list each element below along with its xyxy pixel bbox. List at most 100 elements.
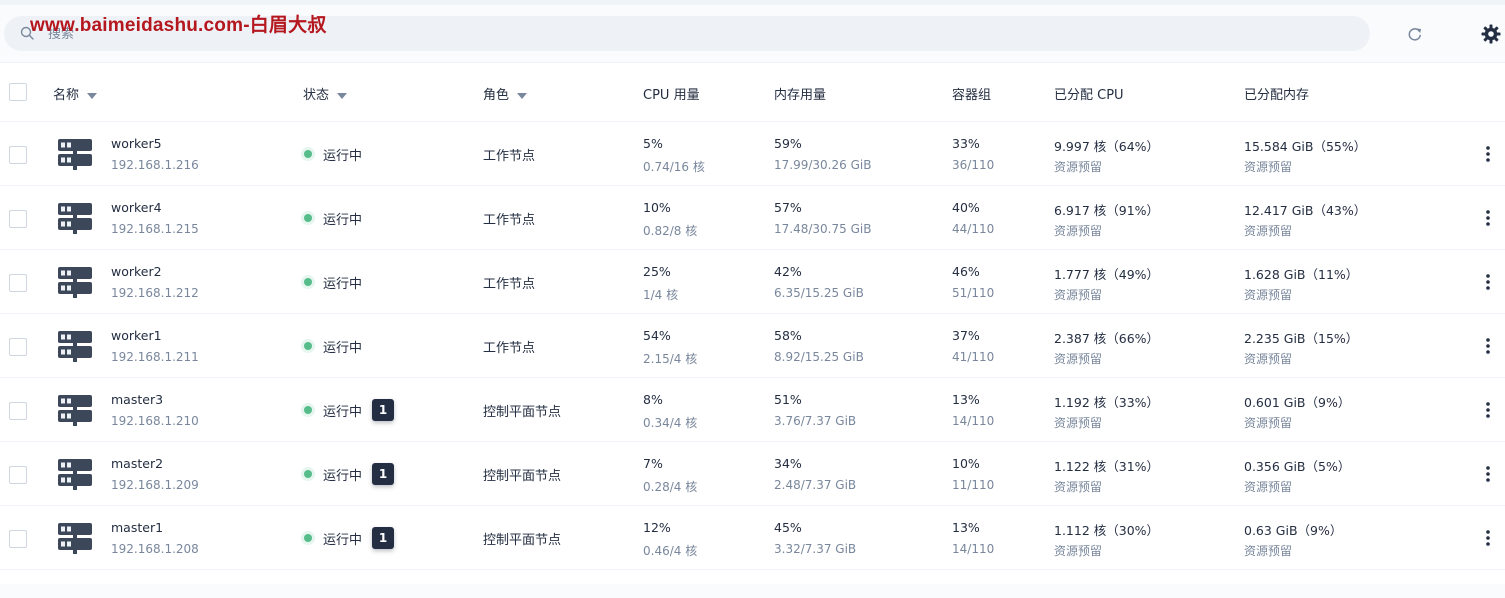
node-role: 工作节点 xyxy=(483,213,536,228)
cpu-usage-detail: 0.74/16 核 xyxy=(643,160,705,174)
allocated-cpu: 1.112 核（30%） xyxy=(1054,523,1160,538)
cpu-usage-percent: 12% xyxy=(643,520,671,535)
memory-usage-percent: 58% xyxy=(774,328,802,343)
row-checkbox[interactable] xyxy=(9,466,27,484)
taint-count-badge[interactable]: 1 xyxy=(372,399,395,421)
pods-detail: 14/110 xyxy=(952,542,995,556)
cpu-usage-percent: 10% xyxy=(643,200,671,215)
table-row: master3 192.168.1.210 运行中 1 控制平面节点 8% 0.… xyxy=(0,378,1505,442)
more-actions-icon[interactable] xyxy=(1480,528,1496,548)
select-all-checkbox[interactable] xyxy=(9,83,27,101)
row-checkbox[interactable] xyxy=(9,210,27,228)
pods-percent: 13% xyxy=(952,520,980,535)
cpu-usage-detail: 2.15/4 核 xyxy=(643,352,698,366)
cpu-usage-percent: 25% xyxy=(643,264,671,279)
status: 运行中 xyxy=(304,336,362,356)
cpu-usage-detail: 0.82/8 核 xyxy=(643,224,698,238)
memory-usage-percent: 45% xyxy=(774,520,802,535)
column-memory: 内存用量 xyxy=(774,88,827,103)
cpu-usage-percent: 7% xyxy=(643,456,663,471)
status: 运行中 1 xyxy=(304,399,395,421)
server-icon xyxy=(58,459,92,490)
column-role[interactable]: 角色 xyxy=(483,84,528,103)
column-cpu: CPU 用量 xyxy=(643,88,700,103)
row-checkbox[interactable] xyxy=(9,402,27,420)
node-name[interactable]: worker4 xyxy=(111,200,162,215)
node-role: 控制平面节点 xyxy=(483,533,562,548)
status-text: 运行中 xyxy=(323,404,363,420)
memory-usage-detail: 8.92/15.25 GiB xyxy=(774,350,864,364)
row-checkbox[interactable] xyxy=(9,338,27,356)
column-name[interactable]: 名称 xyxy=(53,84,98,103)
status: 运行中 1 xyxy=(304,463,395,485)
memory-usage-percent: 59% xyxy=(774,136,802,151)
column-status[interactable]: 状态 xyxy=(303,84,348,103)
status-text: 运行中 xyxy=(323,276,363,292)
status-dot xyxy=(304,150,312,158)
taint-count-badge[interactable]: 1 xyxy=(372,463,395,485)
table-row: worker5 192.168.1.216 运行中 工作节点 5% 0.74/1… xyxy=(0,122,1505,186)
more-actions-icon[interactable] xyxy=(1480,464,1496,484)
row-checkbox[interactable] xyxy=(9,530,27,548)
table-row: worker2 192.168.1.212 运行中 工作节点 25% 1/4 核… xyxy=(0,250,1505,314)
more-actions-icon[interactable] xyxy=(1480,208,1496,228)
more-actions-icon[interactable] xyxy=(1480,336,1496,356)
node-name[interactable]: worker5 xyxy=(111,136,162,151)
table-row: master1 192.168.1.208 运行中 1 控制平面节点 12% 0… xyxy=(0,506,1505,570)
node-ip: 192.168.1.210 xyxy=(111,414,199,428)
table-row: worker1 192.168.1.211 运行中 工作节点 54% 2.15/… xyxy=(0,314,1505,378)
row-checkbox[interactable] xyxy=(9,146,27,164)
node-name[interactable]: master2 xyxy=(111,456,163,471)
status: 运行中 xyxy=(304,208,362,228)
more-actions-icon[interactable] xyxy=(1480,144,1496,164)
status-dot xyxy=(304,406,312,414)
pods-detail: 11/110 xyxy=(952,478,995,492)
node-ip: 192.168.1.216 xyxy=(111,158,199,172)
node-ip: 192.168.1.215 xyxy=(111,222,199,236)
pods-percent: 13% xyxy=(952,392,980,407)
node-ip: 192.168.1.209 xyxy=(111,478,199,492)
column-alloc-cpu: 已分配 CPU xyxy=(1054,88,1124,103)
cpu-usage-detail: 1/4 核 xyxy=(643,288,679,302)
memory-usage-detail: 2.48/7.37 GiB xyxy=(774,478,857,492)
table-row: master2 192.168.1.209 运行中 1 控制平面节点 7% 0.… xyxy=(0,442,1505,506)
pods-percent: 33% xyxy=(952,136,980,151)
cpu-usage-detail: 0.28/4 核 xyxy=(643,480,698,494)
filter-caret-icon xyxy=(337,92,348,99)
pods-detail: 44/110 xyxy=(952,222,995,236)
allocated-memory-note: 资源预留 xyxy=(1244,544,1293,558)
row-checkbox[interactable] xyxy=(9,274,27,292)
server-icon xyxy=(58,395,92,426)
pods-detail: 14/110 xyxy=(952,414,995,428)
server-icon xyxy=(58,331,92,362)
node-name[interactable]: worker1 xyxy=(111,328,162,343)
cpu-usage-percent: 54% xyxy=(643,328,671,343)
memory-usage-detail: 17.48/30.75 GiB xyxy=(774,222,872,236)
cpu-usage-percent: 5% xyxy=(643,136,663,151)
allocated-memory: 15.584 GiB（55%） xyxy=(1244,139,1367,154)
allocated-memory: 12.417 GiB（43%） xyxy=(1244,203,1367,218)
node-ip: 192.168.1.211 xyxy=(111,350,199,364)
pods-percent: 40% xyxy=(952,200,980,215)
column-pods: 容器组 xyxy=(952,88,992,103)
taint-count-badge[interactable]: 1 xyxy=(372,527,395,549)
cpu-usage-percent: 8% xyxy=(643,392,663,407)
status: 运行中 1 xyxy=(304,527,395,549)
node-name[interactable]: master1 xyxy=(111,520,163,535)
settings-icon[interactable] xyxy=(1479,22,1503,46)
column-alloc-mem: 已分配内存 xyxy=(1244,88,1310,103)
node-name[interactable]: worker2 xyxy=(111,264,162,279)
refresh-icon[interactable] xyxy=(1404,23,1426,45)
allocated-memory-note: 资源预留 xyxy=(1244,288,1293,302)
memory-usage-percent: 51% xyxy=(774,392,802,407)
node-name[interactable]: master3 xyxy=(111,392,163,407)
allocated-memory-note: 资源预留 xyxy=(1244,160,1293,174)
more-actions-icon[interactable] xyxy=(1480,400,1496,420)
allocated-memory: 2.235 GiB（15%） xyxy=(1244,331,1359,346)
pods-percent: 46% xyxy=(952,264,980,279)
cpu-usage-detail: 0.46/4 核 xyxy=(643,544,698,558)
pods-percent: 37% xyxy=(952,328,980,343)
status-dot xyxy=(304,534,312,542)
more-actions-icon[interactable] xyxy=(1480,272,1496,292)
node-ip: 192.168.1.208 xyxy=(111,542,199,556)
